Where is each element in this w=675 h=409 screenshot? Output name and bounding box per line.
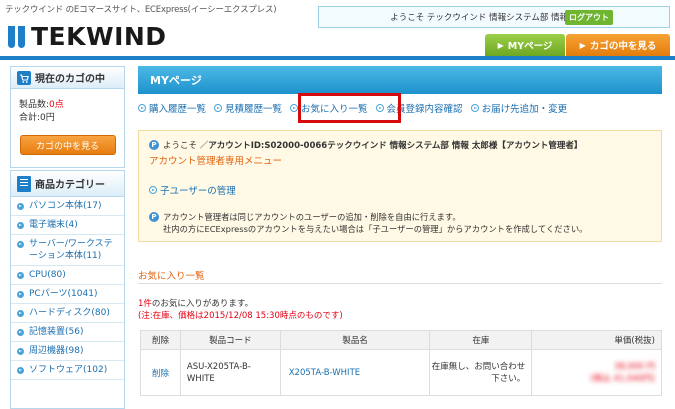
category-header: 商品カテゴリー bbox=[11, 171, 124, 197]
cart-total: 合計:0円 bbox=[11, 112, 124, 125]
product-code-line: ASU-X205TA-B- bbox=[186, 361, 251, 372]
cart-count: 製品数:0点 bbox=[11, 99, 124, 112]
favorites-count: 1件のお気に入りがあります。 bbox=[138, 297, 253, 309]
category-item-hdd[interactable]: ハードディスク(80) bbox=[11, 304, 124, 323]
table-header-row: 削除 製品コード 製品名 在庫 単価(税抜) bbox=[140, 330, 662, 350]
admin-note-line: アカウント管理者は同じアカウントのユーザーの追加・削除を自由に行えます。 bbox=[163, 212, 461, 222]
p-badge-icon: P bbox=[149, 140, 159, 150]
tab-shipping-address[interactable]: お届け先追加・変更 bbox=[470, 101, 568, 115]
logout-button[interactable]: ログアウト bbox=[565, 10, 613, 25]
account-admin-panel: P ようこそ ／ アカウントID:S02000-0066 テックウインド 情報シ… bbox=[138, 130, 662, 242]
account-info: P ようこそ ／ アカウントID:S02000-0066 テックウインド 情報シ… bbox=[149, 139, 582, 151]
column-header: 単価(税抜) bbox=[531, 330, 662, 350]
column-header: 在庫 bbox=[429, 330, 533, 350]
nav-cart-label: カゴの中を見る bbox=[589, 41, 657, 52]
tab-label: お届け先追加・変更 bbox=[481, 104, 568, 115]
category-item-storage[interactable]: 記憶装置(56) bbox=[11, 323, 124, 342]
favorites-divider bbox=[138, 283, 662, 284]
tab-label: 見積履歴一覧 bbox=[225, 104, 283, 115]
arrow-circle-icon bbox=[138, 104, 146, 112]
category-item-cpu[interactable]: CPU(80) bbox=[11, 266, 124, 285]
product-name-link[interactable]: X205TA-B-WHITE bbox=[279, 349, 431, 396]
header-divider bbox=[0, 56, 675, 60]
favorites-count-number: 1件 bbox=[138, 299, 152, 309]
tab-purchase-history[interactable]: 購入履歴一覧 bbox=[138, 101, 206, 115]
category-item-peripheral[interactable]: 周辺機器(98) bbox=[11, 342, 124, 361]
cart-total-value: 0円 bbox=[40, 113, 55, 123]
favorites-table: 削除 製品コード 製品名 在庫 単価(税抜) 削除 ASU-X205TA-B- … bbox=[140, 330, 662, 396]
admin-note-line: 社内の方にECExpressのアカウントを与えたい場合は「子ユーザーの管理」から… bbox=[163, 224, 588, 234]
nav-mypage-label: MYページ bbox=[507, 41, 553, 52]
price-incl-tax: (税込 41,040円) bbox=[590, 373, 655, 384]
unit-price: 38,000 円 (税込 41,040円) bbox=[531, 349, 662, 396]
category-box: 商品カテゴリー パソコン本体(17) 電子端末(4) サーバー/ワークステーショ… bbox=[10, 170, 125, 409]
cart-box-title: 現在のカゴの中 bbox=[35, 74, 105, 85]
account-id: アカウントID:S02000-0066 bbox=[208, 141, 328, 151]
column-header: 製品コード bbox=[179, 330, 281, 350]
category-item-pc-parts[interactable]: PCパーツ(1041) bbox=[11, 285, 124, 304]
product-code-line: WHITE bbox=[186, 373, 215, 384]
account-name: テックウインド 情報システム部 情報 太郎様【アカウント管理者】 bbox=[327, 141, 583, 151]
favorites-title: お気に入り一覧 bbox=[138, 271, 205, 282]
current-cart-box: 現在のカゴの中 製品数:0点 合計:0円 カゴの中を見る bbox=[10, 66, 125, 168]
nav-mypage-button[interactable]: ▶ MYページ bbox=[485, 34, 565, 56]
admin-menu-title: アカウント管理者専用メニュー bbox=[149, 156, 283, 167]
welcome-banner: ようこそ テックウインド 情報システム部 情報 太郎 様 ログアウト bbox=[318, 6, 670, 28]
page-title: MYページ bbox=[138, 66, 662, 94]
nav-cart-button[interactable]: ▶ カゴの中を見る bbox=[566, 34, 670, 56]
tab-quote-history[interactable]: 見積履歴一覧 bbox=[214, 101, 282, 115]
arrow-circle-icon bbox=[290, 104, 299, 112]
column-header: 製品名 bbox=[279, 330, 431, 350]
category-item-pc[interactable]: パソコン本体(17) bbox=[11, 197, 124, 216]
arrow-circle-icon bbox=[470, 104, 479, 112]
cart-icon bbox=[17, 70, 31, 85]
arrow-circle-icon bbox=[214, 104, 223, 112]
book-icon bbox=[17, 175, 31, 192]
favorites-count-text: のお気に入りがあります。 bbox=[151, 299, 254, 309]
category-title: 商品カテゴリー bbox=[35, 180, 105, 191]
stock-status: 在庫無し、お問い合わせ 下さい。 bbox=[429, 349, 533, 396]
account-prefix: ようこそ ／ bbox=[163, 141, 209, 151]
favorites-highlight-box bbox=[298, 93, 401, 123]
arrow-circle-icon bbox=[149, 186, 157, 194]
child-user-link-label: 子ユーザーの管理 bbox=[160, 186, 236, 197]
logo-mark-icon bbox=[8, 25, 25, 48]
cart-total-label: 合計: bbox=[19, 113, 41, 123]
view-cart-button[interactable]: カゴの中を見る bbox=[19, 135, 116, 155]
cart-box-header: 現在のカゴの中 bbox=[11, 67, 124, 89]
category-item-software[interactable]: ソフトウェア(102) bbox=[11, 361, 124, 380]
site-tagline: テックウインド のEコマースサイト、ECExpress(イーシーエクスプレス) bbox=[5, 5, 277, 15]
tekwind-logo[interactable]: TEKWIND bbox=[8, 22, 167, 51]
column-header: 削除 bbox=[140, 330, 181, 350]
stock-status-line: 下さい。 bbox=[491, 373, 526, 384]
delete-link[interactable]: 削除 bbox=[140, 349, 181, 396]
favorites-stock-note: (注:在庫、価格は2015/12/08 15:30時点のものです) bbox=[138, 311, 343, 321]
cart-count-value: 0点 bbox=[49, 100, 64, 110]
category-item-server[interactable]: サーバー/ワークステーション本体(11) bbox=[11, 235, 124, 266]
cart-count-label: 製品数: bbox=[19, 100, 50, 110]
admin-note: P アカウント管理者は同じアカウントのユーザーの追加・削除を自由に行えます。 社… bbox=[149, 211, 587, 235]
arrow-right-icon: ▶ bbox=[579, 40, 586, 50]
stock-status-line: 在庫無し、お問い合わせ bbox=[431, 361, 526, 372]
arrow-right-icon: ▶ bbox=[497, 40, 504, 50]
category-item-device[interactable]: 電子端末(4) bbox=[11, 216, 124, 235]
product-code: ASU-X205TA-B- WHITE bbox=[179, 349, 281, 396]
price-excl-tax: 38,000 円 bbox=[614, 361, 655, 372]
logo-text: TEKWIND bbox=[31, 22, 167, 51]
table-row: 削除 ASU-X205TA-B- WHITE X205TA-B-WHITE 在庫… bbox=[140, 349, 662, 396]
p-badge-icon: P bbox=[149, 212, 159, 222]
tab-label: 購入履歴一覧 bbox=[149, 104, 207, 115]
child-user-link[interactable]: 子ユーザーの管理 bbox=[149, 183, 236, 197]
